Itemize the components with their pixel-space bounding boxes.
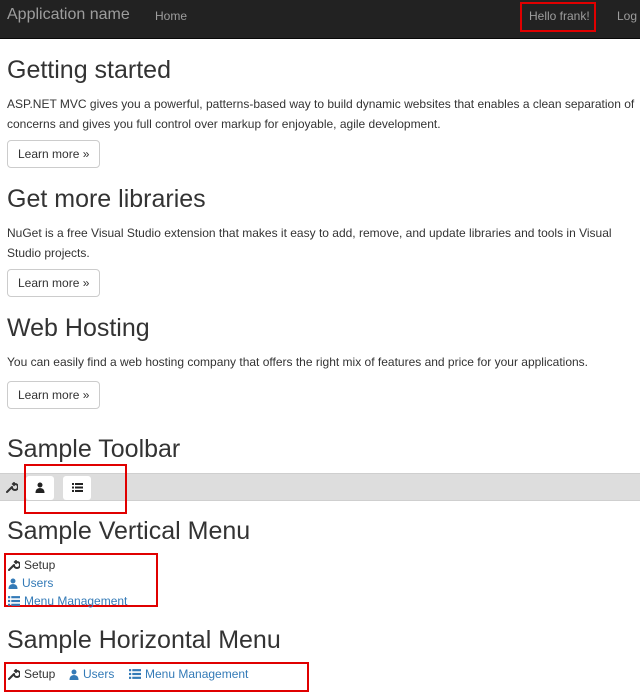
section-title: Web Hosting — [7, 314, 150, 342]
user-icon — [69, 669, 79, 680]
wrench-icon — [8, 559, 20, 571]
nav-home-link[interactable]: Home — [155, 9, 187, 23]
toolbar-title: Sample Toolbar — [7, 435, 181, 463]
menu-item-label: Menu Management — [145, 667, 249, 681]
section-title: Getting started — [7, 56, 171, 84]
vertical-menu-item-users[interactable]: Users — [8, 576, 53, 590]
brand-link[interactable]: Application name — [7, 6, 130, 24]
learn-more-button[interactable]: Learn more » — [7, 269, 101, 297]
section-title: Get more libraries — [7, 185, 206, 213]
horizontal-menu-title: Sample Horizontal Menu — [7, 626, 281, 654]
wrench-icon — [8, 668, 20, 680]
list-icon — [129, 669, 141, 679]
horizontal-menu-item-users[interactable]: Users — [69, 667, 114, 681]
user-greeting-link[interactable]: Hello frank! — [529, 9, 590, 23]
wrench-icon[interactable] — [6, 481, 18, 493]
logoff-link[interactable]: Log — [617, 9, 637, 23]
vertical-menu-item-menu-management[interactable]: Menu Management — [8, 594, 127, 608]
menu-item-label: Setup — [24, 558, 56, 572]
section-text: NuGet is a free Visual Studio extension … — [7, 226, 612, 260]
horizontal-menu-item-menu-management[interactable]: Menu Management — [129, 667, 248, 681]
navbar: Application name Home Hello frank! Log — [0, 0, 640, 39]
menu-item-label: Users — [22, 576, 54, 590]
user-icon — [8, 578, 18, 589]
learn-more-button[interactable]: Learn more » — [7, 381, 101, 409]
horizontal-menu-item-setup[interactable]: Setup — [8, 667, 55, 681]
section-text: ASP.NET MVC gives you a powerful, patter… — [7, 97, 635, 131]
vertical-menu-item-setup[interactable]: Setup — [8, 558, 55, 572]
menu-item-label: Setup — [24, 667, 56, 681]
menu-item-label: Users — [83, 667, 115, 681]
menu-item-label: Menu Management — [24, 594, 128, 608]
list-icon — [8, 596, 20, 606]
learn-more-button[interactable]: Learn more » — [7, 140, 101, 168]
highlight-box — [24, 464, 127, 514]
section-text: You can easily find a web hosting compan… — [7, 355, 588, 369]
vertical-menu-title: Sample Vertical Menu — [7, 517, 251, 545]
